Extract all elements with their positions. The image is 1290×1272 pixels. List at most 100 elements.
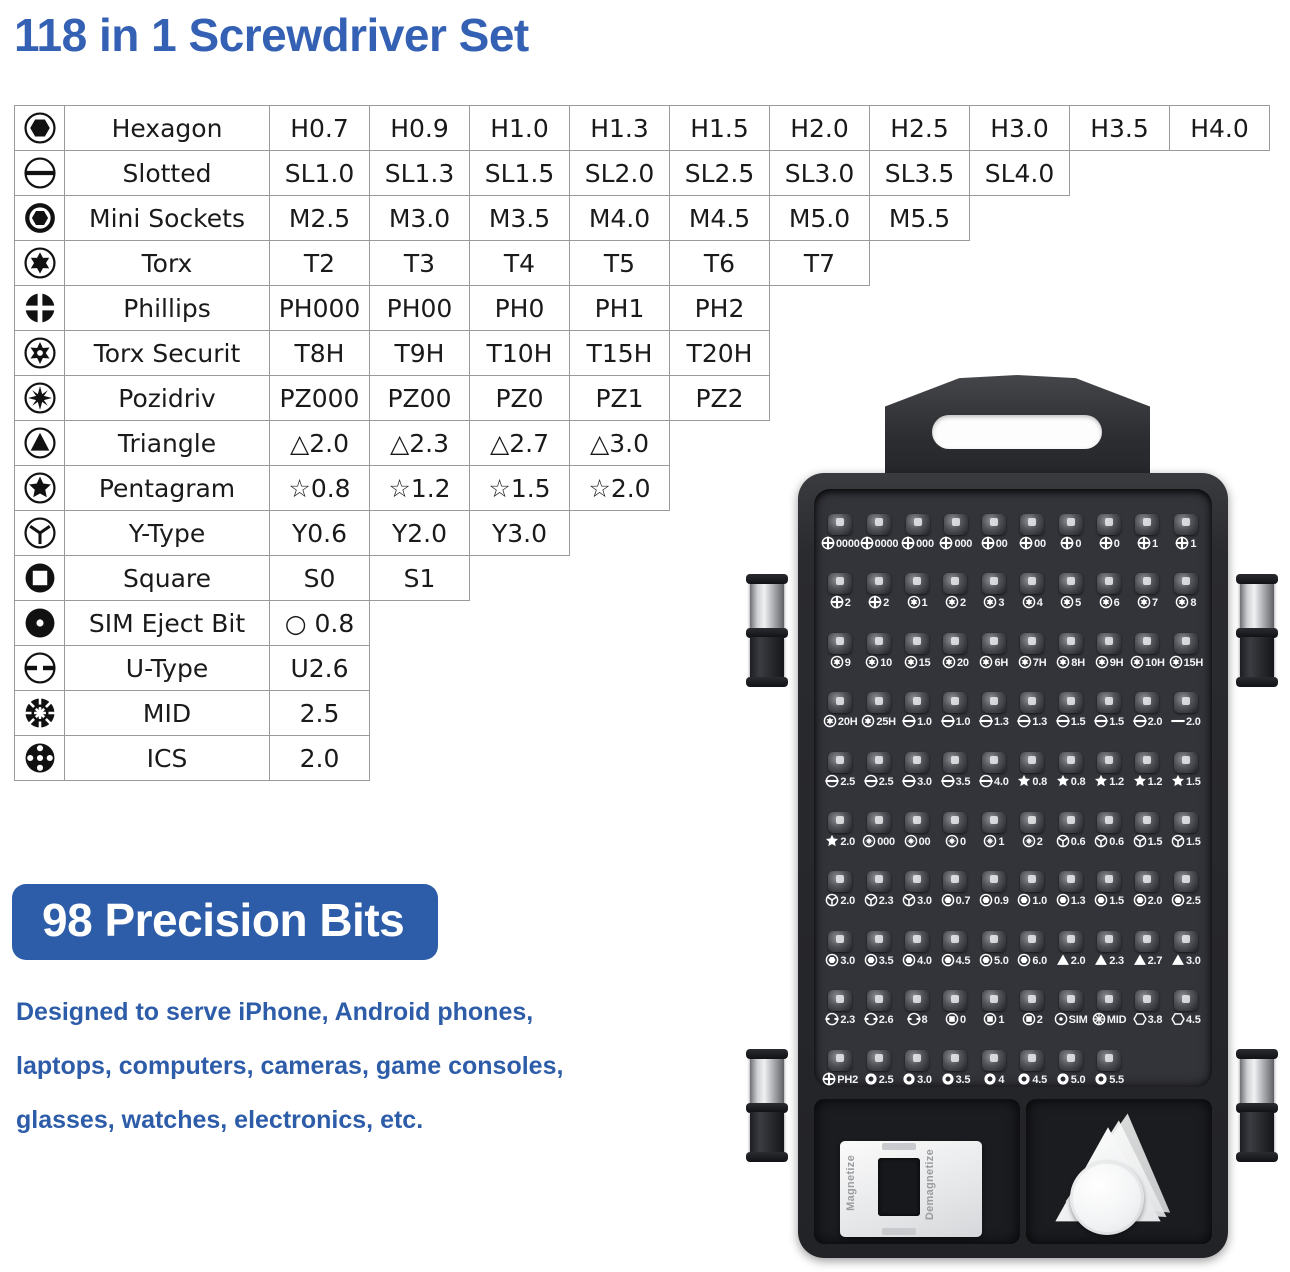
bit-slot-label: 1.0 [940,714,970,731]
bit-slot-label: 3.5 [941,1072,970,1087]
bit-size-text: 3.0 [917,1073,932,1086]
screwdriver-bit [828,632,853,654]
screwdriver-bit [981,1049,1006,1071]
bit-slot: 2 [1013,791,1051,851]
phillips-icon [1175,536,1189,553]
bit-size-value: T7 [769,240,870,286]
bit-size-value: PH1 [569,285,670,331]
bit-size-text: 0 [1113,537,1120,550]
bit-slot-label: 0.9 [979,893,1009,910]
bit-type-name: U-Type [64,645,270,691]
torx-icon [907,595,921,612]
bit-case-row: 2 2 1 2 3 4 5 6 7 8 [814,553,1212,613]
bit-slot: MID [1090,970,1128,1030]
bit-size-value: SL1.0 [269,150,370,196]
extension-rod [1236,574,1278,638]
slotted-icon [902,714,916,731]
bit-case-row: 0000 0000 000 000 00 00 0 0 1 1 [814,493,1212,553]
bit-slot: 1.3 [1051,851,1089,911]
slotted-icon [979,714,993,731]
mid-bit-icon [14,690,65,736]
bit-size-text: 8H [1071,656,1085,669]
bit-size-text: 0.6 [1109,835,1124,848]
extension-rod [1236,637,1278,687]
screwdriver-bit [866,930,891,952]
empty-cell [770,331,870,376]
bit-slot: 0.8 [1013,731,1051,791]
bit-slot: 6H [975,612,1013,672]
bit-size-text: 1.0 [1032,895,1048,908]
bit-slot: 1.5 [1051,672,1089,732]
bit-type-name: Triangle [64,420,270,466]
extension-rod-group-right-upper [1236,574,1278,687]
slotted-icon [864,774,878,791]
bit-case-row: 2.5 2.5 3.0 3.5 4.0 0.8 0.8 1.2 1.2 1.5 [814,731,1212,791]
phillips-icon [981,536,995,553]
bit-size-text: 5.0 [993,954,1009,967]
bit-size-text: 2.0 [840,835,856,848]
torx-icon [1099,595,1113,612]
empty-cell [370,691,470,736]
bit-size-value: SL2.5 [669,150,770,196]
bit-slot: 0000 [860,493,899,553]
bit-slot: 2.5 [1167,851,1205,911]
hexsock-icon [1171,1012,1185,1029]
bit-slot: 2.0 [821,851,859,911]
bit-slot-label: 8H [1056,655,1085,672]
bit-size-text: 2.7 [1147,954,1163,967]
empty-cell [1170,196,1270,241]
bit-slot: 000 [937,493,975,553]
screwdriver-bit [1135,692,1160,714]
bit-slot: 4.5 [1013,1029,1051,1087]
bit-slot-label: 0000 [821,536,860,553]
bit-size-text: 5 [1075,597,1082,610]
empty-cell [470,736,570,781]
bit-size-text: 2.0 [1147,716,1163,729]
bit-size-text: 6.0 [1032,954,1048,967]
screwdriver-bit [1097,1049,1122,1071]
empty-cell [570,736,670,781]
bit-slot-label: 000 [901,536,934,553]
magnetizer-notch-top [882,1143,916,1150]
screwdriver-bit [981,692,1006,714]
slotted-icon [1056,714,1070,731]
screwdriver-bit [1135,632,1160,654]
bit-slot: 20H [821,672,859,732]
screwdriver-bit [982,513,1007,535]
torx-icon [1060,595,1074,612]
bit-size-text: 2.5 [840,775,856,788]
bit-size-value: S0 [269,555,370,601]
screwdriver-bit [1058,1049,1083,1071]
bit-slot-label: 6.0 [1017,953,1047,970]
slotted-icon [1094,714,1108,731]
empty-cell [970,331,1070,376]
star-icon [1133,774,1147,791]
bit-size-text: 000 [954,537,973,550]
bit-slot-label: 20H [823,714,858,731]
socket-icon [983,1072,997,1087]
bit-slot-label: 1.5 [1171,834,1201,851]
bit-slot-label: 3.0 [902,774,932,791]
bit-slot: 2.3 [821,970,859,1030]
bit-size-value: M3.0 [369,195,470,241]
table-row: Slotted SL1.0 SL1.3 SL1.5 SL2.0 SL2.5 SL3.0 SL3… [14,150,1270,196]
slotted-icon [902,774,916,791]
bit-slot-label: 00 [981,536,1008,553]
empty-cell [1170,241,1270,286]
empty-bit-slot [1167,1029,1205,1087]
bit-size-text: 1.5 [1109,716,1124,729]
bit-slot: 1.3 [1013,672,1051,732]
empty-cell [570,511,670,556]
bit-slot-label: 6H [979,655,1008,672]
bit-size-text: 0.8 [1032,775,1048,788]
bit-size-text: 1 [1190,537,1197,550]
bit-slot-label: 3.0 [825,953,855,970]
bit-slot-label: 1.2 [1133,774,1162,791]
bit-size-text: 9 [844,656,851,669]
ytype-icon [1056,834,1070,851]
bit-slot-label: 1.2 [1094,774,1124,791]
bit-size-value: M4.5 [669,195,770,241]
description-line: laptops, computers, cameras, game consol… [16,1052,564,1080]
bit-size-value: PH2 [669,285,770,331]
phillips-icon [939,536,953,553]
